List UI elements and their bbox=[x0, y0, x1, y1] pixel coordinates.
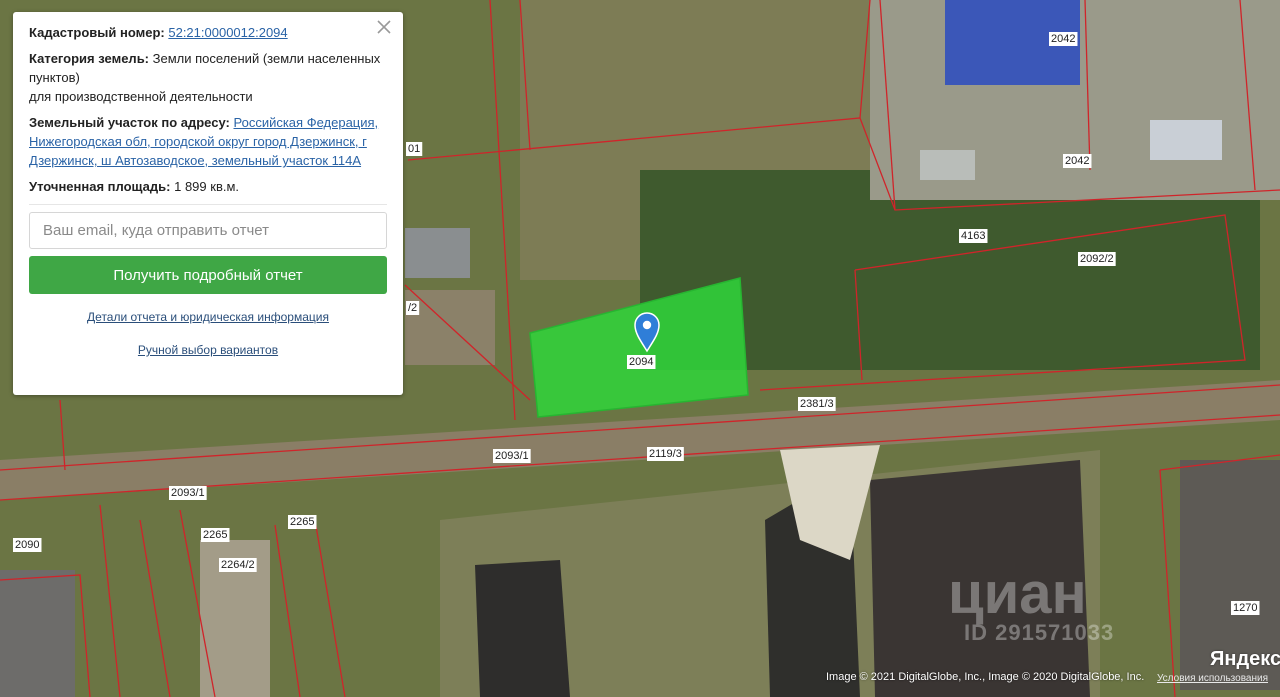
plot-label: 2265 bbox=[290, 516, 314, 528]
report-details-link[interactable]: Детали отчета и юридическая информация bbox=[29, 308, 387, 327]
divider bbox=[29, 204, 387, 205]
plot-label: /2 bbox=[408, 302, 417, 314]
building bbox=[920, 150, 975, 180]
area-label: Уточненная площадь: bbox=[29, 179, 171, 194]
terms-link[interactable]: Условия использования bbox=[1157, 673, 1268, 684]
building bbox=[0, 570, 75, 697]
area-row: Уточненная площадь: 1 899 кв.м. bbox=[29, 177, 387, 196]
manual-selection-link[interactable]: Ручной выбор вариантов bbox=[29, 341, 387, 360]
cadastral-number-link[interactable]: 52:21:0000012:2094 bbox=[168, 25, 287, 40]
building bbox=[1150, 120, 1222, 160]
plot-label: 2042 bbox=[1051, 33, 1075, 45]
category-row: Категория земель: Земли поселений (земли… bbox=[29, 49, 387, 106]
get-report-button[interactable]: Получить подробный отчет bbox=[29, 256, 387, 294]
plot-label: 2264/2 bbox=[221, 559, 255, 571]
address-row: Земельный участок по адресу: Российская … bbox=[29, 113, 387, 170]
area-value: 1 899 кв.м. bbox=[174, 179, 240, 194]
plot-label: 2381/3 bbox=[800, 398, 834, 410]
building bbox=[405, 228, 470, 278]
plot-label: 1270 bbox=[1233, 602, 1257, 614]
cian-watermark-id: ID 291571033 bbox=[964, 620, 1115, 645]
pond bbox=[475, 560, 570, 697]
plot-label: 2093/1 bbox=[171, 487, 205, 499]
plot-label: 2092/2 bbox=[1080, 253, 1114, 265]
plot-label: 4163 bbox=[961, 230, 985, 242]
plot-label: 2265 bbox=[203, 529, 227, 541]
plot-label: 2094 bbox=[629, 356, 653, 368]
email-input[interactable] bbox=[29, 212, 387, 249]
imagery-copyright: Image © 2021 DigitalGlobe, Inc., Image ©… bbox=[826, 671, 1145, 683]
category-label: Категория земель: bbox=[29, 51, 150, 66]
category-use: для производственной деятельности bbox=[29, 89, 253, 104]
plot-label: 2042 bbox=[1065, 155, 1089, 167]
plot-label: 2093/1 bbox=[495, 450, 529, 462]
plot-info-panel: Кадастровый номер: 52:21:0000012:2094 Ка… bbox=[13, 12, 403, 395]
yandex-logo: Яндекс bbox=[1210, 648, 1280, 670]
cadastral-label: Кадастровый номер: bbox=[29, 25, 165, 40]
address-label: Земельный участок по адресу: bbox=[29, 115, 230, 130]
cian-watermark: циан bbox=[948, 561, 1087, 626]
plot-label: 2119/3 bbox=[649, 448, 682, 460]
plot-label: 01 bbox=[408, 143, 420, 155]
close-icon[interactable] bbox=[375, 18, 393, 36]
plot-label: 2090 bbox=[15, 539, 39, 551]
cadastral-row: Кадастровый номер: 52:21:0000012:2094 bbox=[29, 23, 387, 42]
